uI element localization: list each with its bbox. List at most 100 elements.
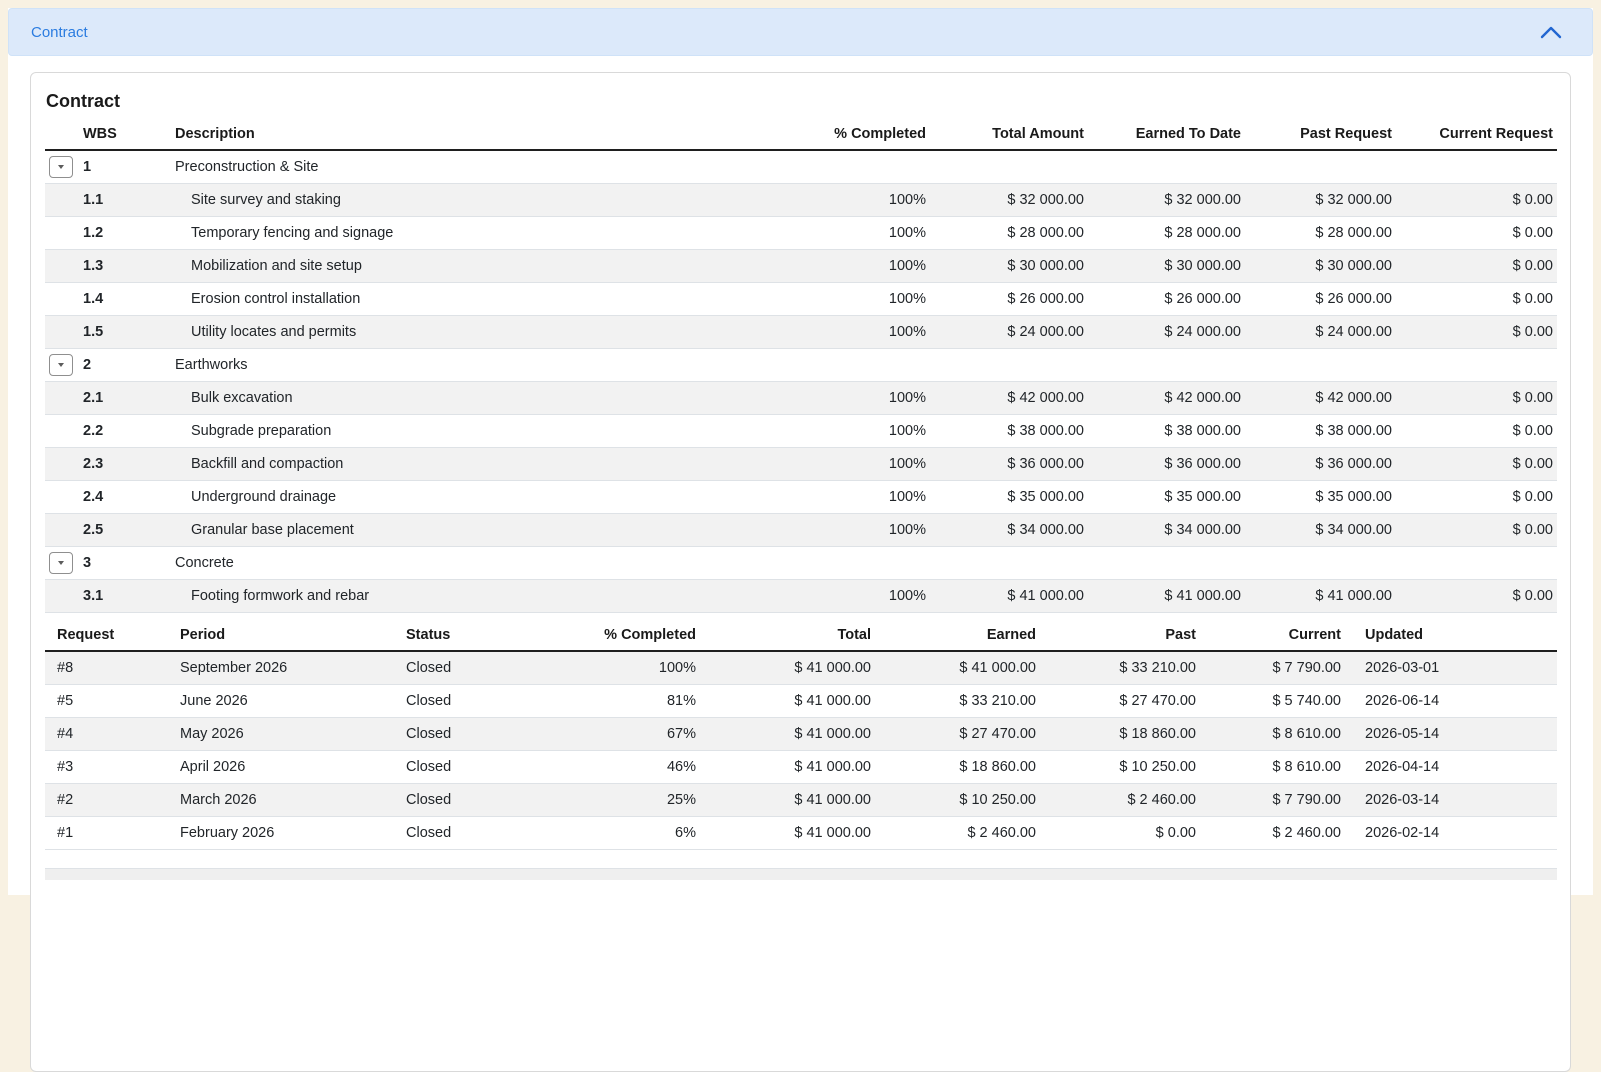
contract-accordion-link[interactable]: Contract xyxy=(31,24,88,41)
completed-cell: 100% xyxy=(800,514,930,547)
requests-table: Request Period Status % Completed Total … xyxy=(45,623,1557,850)
current-cell: $ 0.00 xyxy=(1396,415,1557,448)
period-cell: April 2026 xyxy=(168,751,394,784)
wbs-cell: 1.1 xyxy=(77,184,167,217)
wbs-table-body: 1Preconstruction & Site1.1Site survey an… xyxy=(45,150,1557,613)
request-cell: #2 xyxy=(45,784,168,817)
total-cell: $ 24 000.00 xyxy=(930,316,1088,349)
completed-cell: 67% xyxy=(574,718,700,751)
past-cell: $ 42 000.00 xyxy=(1245,382,1396,415)
description-cell: Mobilization and site setup xyxy=(167,250,800,283)
caret-down-icon xyxy=(58,165,64,169)
period-cell: September 2026 xyxy=(168,651,394,685)
earned-cell: $ 41 000.00 xyxy=(875,651,1040,685)
earned-cell: $ 36 000.00 xyxy=(1088,448,1245,481)
current-cell: $ 0.00 xyxy=(1396,283,1557,316)
wbs-item-row: 2.2Subgrade preparation100%$ 38 000.00$ … xyxy=(45,415,1557,448)
caret-down-icon xyxy=(58,363,64,367)
requests-table-body: #8September 2026Closed100%$ 41 000.00$ 4… xyxy=(45,651,1557,850)
contract-accordion-header[interactable]: Contract xyxy=(8,8,1593,56)
request-row: #8September 2026Closed100%$ 41 000.00$ 4… xyxy=(45,651,1557,685)
col-past-request: Past Request xyxy=(1245,122,1396,150)
past-cell: $ 10 250.00 xyxy=(1040,751,1200,784)
total-cell: $ 41 000.00 xyxy=(700,718,875,751)
wbs-item-row: 2.5Granular base placement100%$ 34 000.0… xyxy=(45,514,1557,547)
earned-cell: $ 33 210.00 xyxy=(875,685,1040,718)
wbs-cell: 1 xyxy=(77,150,167,184)
partial-row xyxy=(45,868,1557,880)
completed-cell: 100% xyxy=(800,382,930,415)
total-cell: $ 30 000.00 xyxy=(930,250,1088,283)
request-cell: #1 xyxy=(45,817,168,850)
past-cell xyxy=(1245,547,1396,580)
total-cell: $ 34 000.00 xyxy=(930,514,1088,547)
description-cell: Concrete xyxy=(167,547,800,580)
expander-cell xyxy=(45,316,77,349)
description-cell: Subgrade preparation xyxy=(167,415,800,448)
total-cell: $ 38 000.00 xyxy=(930,415,1088,448)
description-cell: Footing formwork and rebar xyxy=(167,580,800,613)
total-cell: $ 41 000.00 xyxy=(700,817,875,850)
wbs-item-row: 3.1Footing formwork and rebar100%$ 41 00… xyxy=(45,580,1557,613)
earned-cell: $ 2 460.00 xyxy=(875,817,1040,850)
earned-cell: $ 41 000.00 xyxy=(1088,580,1245,613)
updated-cell: 2026-04-14 xyxy=(1345,751,1557,784)
completed-cell xyxy=(800,349,930,382)
chevron-up-icon[interactable] xyxy=(1540,25,1562,40)
col-status: Status xyxy=(394,623,574,651)
expander-cell xyxy=(45,514,77,547)
completed-cell: 46% xyxy=(574,751,700,784)
status-cell: Closed xyxy=(394,751,574,784)
request-cell: #5 xyxy=(45,685,168,718)
past-cell xyxy=(1245,349,1396,382)
expander-cell xyxy=(45,415,77,448)
completed-cell: 81% xyxy=(574,685,700,718)
updated-cell: 2026-02-14 xyxy=(1345,817,1557,850)
past-cell: $ 36 000.00 xyxy=(1245,448,1396,481)
wbs-cell: 3.1 xyxy=(77,580,167,613)
col-total-amount: Total Amount xyxy=(930,122,1088,150)
expander-cell xyxy=(45,580,77,613)
wbs-item-row: 2.1Bulk excavation100%$ 42 000.00$ 42 00… xyxy=(45,382,1557,415)
completed-cell: 100% xyxy=(800,415,930,448)
completed-cell: 100% xyxy=(800,283,930,316)
completed-cell xyxy=(800,150,930,184)
updated-cell: 2026-05-14 xyxy=(1345,718,1557,751)
earned-cell: $ 34 000.00 xyxy=(1088,514,1245,547)
past-cell: $ 28 000.00 xyxy=(1245,217,1396,250)
expand-toggle-button[interactable] xyxy=(49,156,73,178)
status-cell: Closed xyxy=(394,817,574,850)
total-cell xyxy=(930,547,1088,580)
description-cell: Preconstruction & Site xyxy=(167,150,800,184)
description-cell: Site survey and staking xyxy=(167,184,800,217)
earned-cell xyxy=(1088,547,1245,580)
expand-toggle-button[interactable] xyxy=(49,552,73,574)
current-cell: $ 0.00 xyxy=(1396,184,1557,217)
updated-cell: 2026-03-01 xyxy=(1345,651,1557,685)
earned-cell: $ 26 000.00 xyxy=(1088,283,1245,316)
earned-cell: $ 42 000.00 xyxy=(1088,382,1245,415)
expander-cell xyxy=(45,217,77,250)
col-req-total: Total xyxy=(700,623,875,651)
past-cell: $ 0.00 xyxy=(1040,817,1200,850)
past-cell: $ 34 000.00 xyxy=(1245,514,1396,547)
completed-cell: 100% xyxy=(574,651,700,685)
expand-toggle-button[interactable] xyxy=(49,354,73,376)
wbs-cell: 3 xyxy=(77,547,167,580)
col-earned-to-date: Earned To Date xyxy=(1088,122,1245,150)
current-cell xyxy=(1396,547,1557,580)
current-cell xyxy=(1396,349,1557,382)
requests-header-row: Request Period Status % Completed Total … xyxy=(45,623,1557,651)
current-cell: $ 0.00 xyxy=(1396,580,1557,613)
col-request: Request xyxy=(45,623,168,651)
updated-cell: 2026-03-14 xyxy=(1345,784,1557,817)
total-cell: $ 41 000.00 xyxy=(930,580,1088,613)
content-area: Contract Contract WBS Description % Comp… xyxy=(8,8,1593,895)
col-completed: % Completed xyxy=(800,122,930,150)
wbs-item-row: 2.4Underground drainage100%$ 35 000.00$ … xyxy=(45,481,1557,514)
period-cell: March 2026 xyxy=(168,784,394,817)
request-row: #5June 2026Closed81%$ 41 000.00$ 33 210.… xyxy=(45,685,1557,718)
request-row: #3April 2026Closed46%$ 41 000.00$ 18 860… xyxy=(45,751,1557,784)
earned-cell xyxy=(1088,349,1245,382)
col-req-completed: % Completed xyxy=(574,623,700,651)
